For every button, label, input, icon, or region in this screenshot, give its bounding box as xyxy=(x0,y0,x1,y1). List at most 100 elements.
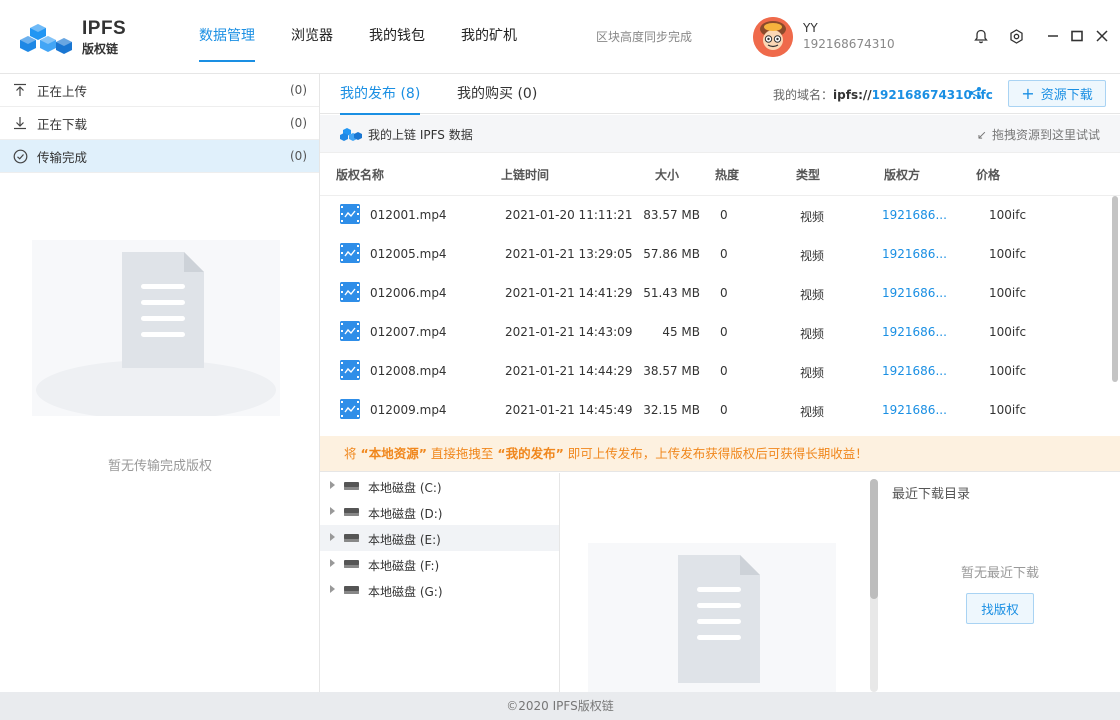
cell-heat: 0 xyxy=(720,364,728,378)
disk-tree-item[interactable]: 本地磁盘 (C:) xyxy=(320,473,559,499)
transfer-downloading[interactable]: 正在下载 (0) xyxy=(0,107,319,140)
cell-heat: 0 xyxy=(720,325,728,339)
cell-price: 100ifc xyxy=(989,364,1027,378)
cell-owner[interactable]: 1921686... xyxy=(882,403,947,417)
cell-owner[interactable]: 1921686... xyxy=(882,247,947,261)
local-disk-tree: 本地磁盘 (C:) 本地磁盘 (D:) 本地磁盘 (E:) 本地磁盘 (F:) 本地磁盘… xyxy=(320,473,560,692)
maximize-icon[interactable] xyxy=(1068,27,1086,45)
empty-document-illustration xyxy=(32,240,280,416)
video-file-icon xyxy=(340,360,360,380)
expand-arrow-icon[interactable] xyxy=(330,559,335,567)
expand-arrow-icon[interactable] xyxy=(330,585,335,593)
cubes-logo-icon xyxy=(20,24,72,54)
cell-name: 012001.mp4 xyxy=(370,208,447,222)
col-type[interactable]: 类型 xyxy=(796,166,820,183)
table-row[interactable]: 012007.mp4 2021-01-21 14:43:09 45 MB 0 视频 192… xyxy=(320,313,1110,352)
user-name: YY xyxy=(803,21,818,35)
cell-time: 2021-01-21 14:45:49 xyxy=(505,403,633,417)
cell-heat: 0 xyxy=(720,286,728,300)
scrollbar-thumb[interactable] xyxy=(1112,196,1118,382)
scrollbar-thumb[interactable] xyxy=(870,479,878,599)
disk-tree-item[interactable]: 本地磁盘 (F:) xyxy=(320,551,559,577)
transfer-label: 传输完成 xyxy=(37,149,88,165)
tab-my-publish[interactable]: 我的发布 (8) xyxy=(340,74,421,115)
table-scrollbar[interactable] xyxy=(1110,196,1120,436)
settings-icon[interactable] xyxy=(1007,27,1025,45)
col-heat[interactable]: 热度 xyxy=(715,166,739,183)
resource-download-button[interactable]: + 资源下载 xyxy=(1008,80,1106,107)
cell-type: 视频 xyxy=(800,249,825,263)
cell-time: 2021-01-20 11:11:21 xyxy=(505,208,633,222)
recent-empty-text: 暂无最近下载 xyxy=(960,566,1039,581)
col-owner[interactable]: 版权方 xyxy=(884,166,920,183)
disk-tree-item[interactable]: 本地磁盘 (D:) xyxy=(320,499,559,525)
video-file-icon xyxy=(340,243,360,263)
expand-arrow-icon[interactable] xyxy=(330,533,335,541)
cell-owner[interactable]: 1921686... xyxy=(882,364,947,378)
col-size[interactable]: 大小 xyxy=(655,166,679,183)
share-icon[interactable] xyxy=(968,86,982,100)
cell-size: 32.15 MB xyxy=(643,403,700,417)
video-file-icon xyxy=(340,204,360,224)
col-time[interactable]: 上链时间 xyxy=(501,166,549,183)
cell-heat: 0 xyxy=(720,208,728,222)
cell-heat: 0 xyxy=(720,247,728,261)
cell-owner[interactable]: 1921686... xyxy=(882,208,947,222)
download-icon xyxy=(12,115,28,131)
transfer-uploading[interactable]: 正在上传 (0) xyxy=(0,74,319,107)
transfer-count: (0) xyxy=(290,149,307,163)
drag-arrow-icon: ↙ xyxy=(976,128,987,142)
disk-label: 本地磁盘 (E:) xyxy=(368,533,441,547)
main-nav: 数据管理 浏览器 我的钱包 我的矿机 xyxy=(186,0,540,74)
table-row[interactable]: 012005.mp4 2021-01-21 13:29:05 57.86 MB 0 视频… xyxy=(320,235,1110,274)
cell-size: 45 MB xyxy=(662,325,700,339)
cell-time: 2021-01-21 14:43:09 xyxy=(505,325,633,339)
transfer-count: (0) xyxy=(290,83,307,97)
cell-name: 012005.mp4 xyxy=(370,247,447,261)
table-row[interactable]: 012006.mp4 2021-01-21 14:41:29 51.43 MB 0 视频… xyxy=(320,274,1110,313)
cell-price: 100ifc xyxy=(989,403,1027,417)
video-file-icon xyxy=(340,282,360,302)
cell-type: 视频 xyxy=(800,210,825,224)
cell-size: 83.57 MB xyxy=(643,208,700,222)
avatar[interactable] xyxy=(753,17,793,57)
domain-label: 我的域名： xyxy=(773,88,834,102)
transfer-count: (0) xyxy=(290,116,307,130)
check-circle-icon xyxy=(12,148,28,164)
domain-prefix: ipfs:// xyxy=(833,88,872,102)
hard-disk-icon xyxy=(344,508,359,516)
cell-owner[interactable]: 1921686... xyxy=(882,286,947,300)
transfer-completed[interactable]: 传输完成 (0) xyxy=(0,140,319,173)
tab-my-purchase[interactable]: 我的购买 (0) xyxy=(457,74,537,114)
app-header: IPFS 版权链 数据管理 浏览器 我的钱包 我的矿机 区块高度同步完成 YY … xyxy=(0,0,1120,74)
cell-price: 100ifc xyxy=(989,286,1027,300)
disk-tree-item[interactable]: 本地磁盘 (G:) xyxy=(320,577,559,603)
col-name[interactable]: 版权名称 xyxy=(336,166,384,183)
find-copyright-button[interactable]: 找版权 xyxy=(966,593,1034,624)
nav-data-management[interactable]: 数据管理 xyxy=(186,0,268,74)
cubes-icon xyxy=(340,128,362,141)
expand-arrow-icon[interactable] xyxy=(330,507,335,515)
preview-scrollbar[interactable] xyxy=(870,479,878,692)
drag-hint: ↙ 拖拽资源到这里试试 xyxy=(977,126,1100,143)
table-row[interactable]: 012008.mp4 2021-01-21 14:44:29 38.57 MB 0 视频… xyxy=(320,352,1110,391)
ipfs-data-bar: 我的上链 IPFS 数据 ↙ 拖拽资源到这里试试 xyxy=(320,115,1120,153)
table-header: 版权名称 上链时间 大小 热度 类型 版权方 价格 xyxy=(320,154,1120,196)
nav-browser[interactable]: 浏览器 xyxy=(278,0,346,74)
nav-miner[interactable]: 我的矿机 xyxy=(448,0,530,74)
cell-type: 视频 xyxy=(800,366,825,380)
bell-icon[interactable] xyxy=(972,27,990,45)
cell-owner[interactable]: 1921686... xyxy=(882,325,947,339)
cell-time: 2021-01-21 14:41:29 xyxy=(505,286,633,300)
table-row[interactable]: 012001.mp4 2021-01-20 11:11:21 83.57 MB 0 视频… xyxy=(320,196,1110,235)
disk-tree-item[interactable]: 本地磁盘 (E:) xyxy=(320,525,559,551)
table-row[interactable]: 012009.mp4 2021-01-21 14:45:49 32.15 MB 0 视频… xyxy=(320,391,1110,430)
col-price[interactable]: 价格 xyxy=(976,166,1000,183)
nav-wallet[interactable]: 我的钱包 xyxy=(356,0,438,74)
app-logo: IPFS 版权链 xyxy=(20,18,130,58)
drag-hint-text: 拖拽资源到这里试试 xyxy=(991,128,1100,142)
close-icon[interactable] xyxy=(1093,27,1111,45)
video-file-icon xyxy=(340,399,360,419)
expand-arrow-icon[interactable] xyxy=(330,481,335,489)
minimize-icon[interactable] xyxy=(1044,27,1062,45)
